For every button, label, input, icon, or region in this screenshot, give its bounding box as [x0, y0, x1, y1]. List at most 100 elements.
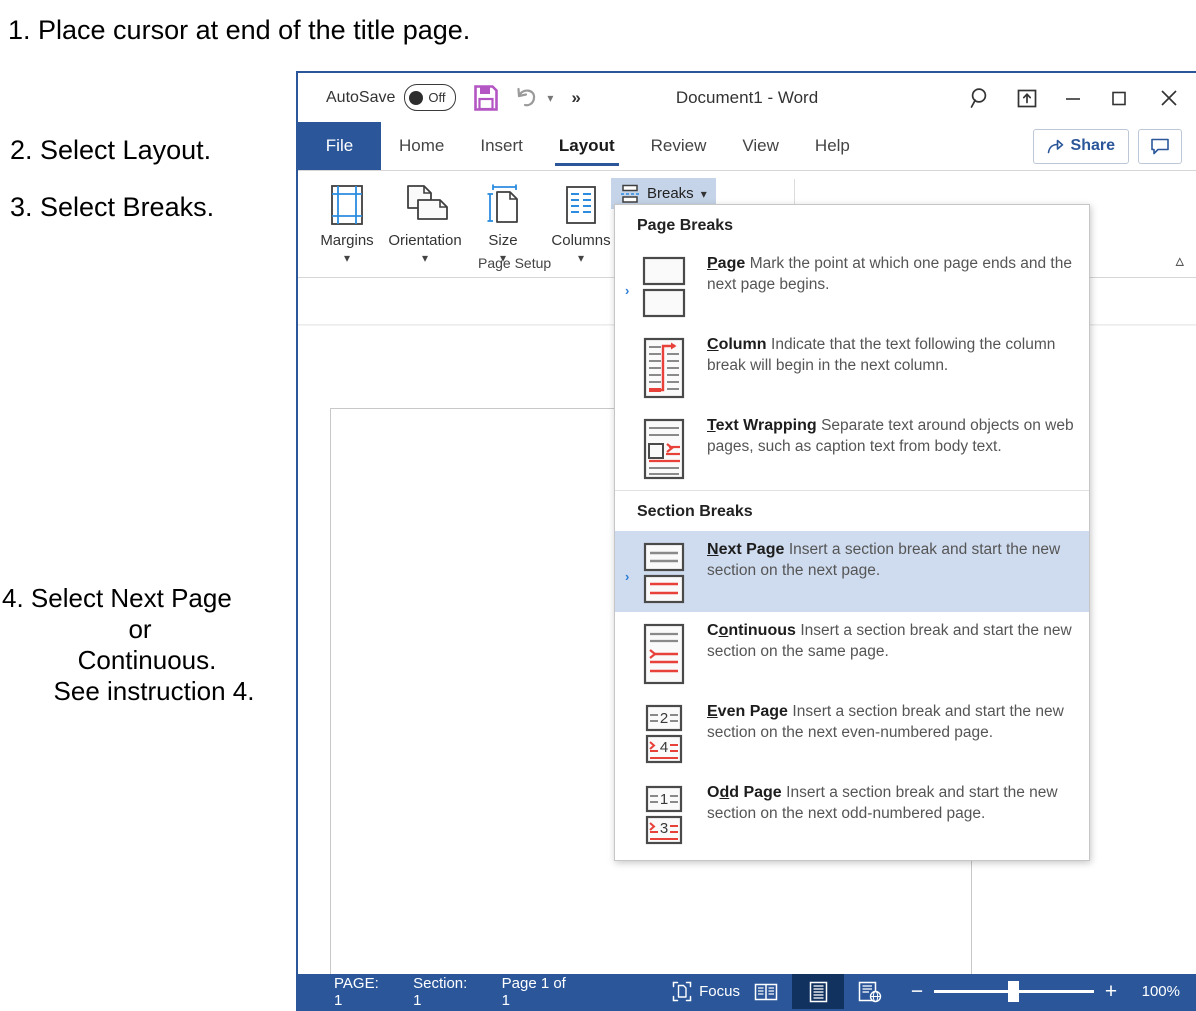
page-setup-group: Margins ▾ Orientation ▾ Size ▾ Columns ▾ [308, 171, 620, 264]
autosave-label: AutoSave [326, 88, 396, 106]
collapse-ribbon-icon[interactable]: ▵ [1175, 251, 1184, 271]
menu-item-odd-page[interactable]: 1 3 Odd Page Insert a section break and … [615, 774, 1089, 855]
close-icon[interactable] [1142, 75, 1196, 121]
menu-item-column[interactable]: Column Indicate that the text following … [615, 326, 1089, 407]
search-icon[interactable] [958, 75, 1004, 121]
status-page-of[interactable]: Page 1 of 1 [502, 975, 579, 1009]
menu-item-text: Text Wrapping Separate text around objec… [707, 415, 1075, 457]
ribbon-group-label-page-setup: Page Setup [478, 255, 552, 271]
tab-home[interactable]: Home [381, 122, 462, 170]
menu-item-title-next-page: Next Page [707, 541, 785, 558]
tab-view[interactable]: View [724, 122, 797, 170]
menu-item-text: Even Page Insert a section break and sta… [707, 701, 1075, 743]
focus-icon [672, 981, 692, 1002]
instruction-step-4-line-1: 4. Select Next Page [2, 583, 232, 613]
orientation-icon [402, 179, 448, 231]
autosave-control[interactable]: AutoSave Off [326, 84, 457, 111]
status-section-indicator[interactable]: Section: 1 [413, 975, 480, 1009]
save-icon[interactable] [474, 84, 499, 111]
ribbon-button-orientation[interactable]: Orientation ▾ [386, 177, 464, 264]
menu-item-marker-icon: › [625, 569, 630, 584]
comment-icon [1150, 137, 1170, 155]
continuous-break-icon [637, 620, 691, 685]
menu-item-even-page[interactable]: 2 4 Even Page Insert a section break and… [615, 693, 1089, 774]
window-controls [958, 75, 1196, 121]
menu-item-text: Continuous Insert a section break and st… [707, 620, 1075, 662]
menu-item-title-page: Page [707, 255, 746, 272]
ribbon-label-columns: Columns [551, 232, 611, 249]
undo-chevron-down-icon[interactable]: ▾ [547, 91, 553, 105]
share-icon [1047, 139, 1064, 154]
instruction-step-1: 1. Place cursor at end of the title page… [8, 15, 471, 45]
view-button-read-mode[interactable] [740, 974, 792, 1009]
instruction-step-4-line-4: See instruction 4. [53, 676, 255, 706]
title-bar: AutoSave Off ▾ » Document1 - Word [298, 73, 1196, 122]
status-bar: PAGE: 1 Section: 1 Page 1 of 1 Focus − +… [298, 974, 1196, 1009]
next-page-break-icon [637, 539, 691, 604]
menu-item-desc-page: Mark the point at which one page ends an… [707, 255, 1072, 293]
zoom-slider-thumb[interactable] [1008, 981, 1019, 1002]
text-wrapping-break-icon [637, 415, 691, 480]
columns-icon [560, 179, 602, 231]
zoom-in-button[interactable]: + [1104, 981, 1118, 1002]
more-commands-icon[interactable]: » [571, 88, 581, 108]
margins-icon [326, 179, 368, 231]
ribbon-display-options-icon[interactable] [1004, 75, 1050, 121]
breaks-label: Breaks [647, 185, 694, 202]
view-button-print-layout[interactable] [792, 974, 844, 1009]
zoom-slider-control[interactable]: − + [910, 981, 1118, 1002]
odd-page-break-icon: 1 3 [637, 782, 691, 847]
orientation-chevron-down-icon[interactable]: ▾ [422, 252, 428, 264]
zoom-slider-track[interactable] [934, 981, 1094, 1002]
menu-item-text-wrapping[interactable]: Text Wrapping Separate text around objec… [615, 407, 1089, 488]
menu-item-next-page[interactable]: › Next Page Insert a section break and s… [615, 531, 1089, 612]
breaks-chevron-down-icon[interactable]: ▾ [701, 187, 707, 201]
ribbon-tab-bar: File Home Insert Layout Review View Help… [298, 122, 1196, 171]
menu-item-page[interactable]: › Page Mark the point at which one page … [615, 245, 1089, 326]
tab-review[interactable]: Review [633, 122, 725, 170]
zoom-out-button[interactable]: − [910, 981, 924, 1002]
page-break-icon [637, 253, 691, 318]
instruction-step-4-line-2: or [128, 614, 152, 644]
tab-insert[interactable]: Insert [462, 122, 541, 170]
columns-chevron-down-icon[interactable]: ▾ [578, 252, 584, 264]
status-bar-left: PAGE: 1 Section: 1 Page 1 of 1 [298, 975, 578, 1009]
minimize-icon[interactable] [1050, 75, 1096, 121]
focus-label: Focus [699, 983, 740, 1000]
ribbon-label-orientation: Orientation [388, 232, 462, 249]
ribbon-label-margins: Margins [320, 232, 374, 249]
breaks-dropdown-menu: Page Breaks › Page Mark the point at whi… [614, 204, 1090, 861]
view-button-web-layout[interactable] [844, 974, 896, 1009]
maximize-icon[interactable] [1096, 75, 1142, 121]
menu-item-title-text-wrapping: Text Wrapping [707, 417, 817, 434]
menu-item-title-continuous: Continuous [707, 622, 796, 639]
menu-item-text: Next Page Insert a section break and sta… [707, 539, 1075, 581]
focus-button[interactable]: Focus [672, 981, 740, 1002]
tab-file[interactable]: File [298, 122, 381, 170]
ribbon-button-columns[interactable]: Columns ▾ [542, 177, 620, 264]
status-page-indicator[interactable]: PAGE: 1 [334, 975, 391, 1009]
even-page-break-icon: 2 4 [637, 701, 691, 766]
share-button[interactable]: Share [1032, 128, 1129, 164]
comments-button[interactable] [1138, 128, 1182, 164]
instruction-step-3: 3. Select Breaks. [10, 192, 215, 222]
margins-chevron-down-icon[interactable]: ▾ [344, 252, 350, 264]
instruction-step-4: 4. Select Next Page or Continuous. See i… [0, 583, 298, 707]
menu-header-page-breaks: Page Breaks [637, 217, 734, 234]
undo-icon[interactable] [515, 86, 541, 110]
tab-help[interactable]: Help [797, 122, 868, 170]
menu-item-marker-icon: › [625, 283, 630, 298]
svg-text:4: 4 [660, 739, 668, 756]
tab-layout[interactable]: Layout [541, 122, 633, 170]
ribbon-button-margins[interactable]: Margins ▾ [308, 177, 386, 264]
svg-text:1: 1 [660, 791, 668, 808]
ribbon-button-size[interactable]: Size ▾ [464, 177, 542, 264]
tab-bar-right-actions: Share [1032, 122, 1196, 170]
autosave-toggle[interactable]: Off [404, 84, 457, 111]
zoom-level-label[interactable]: 100% [1132, 983, 1180, 1000]
menu-item-title-column: Column [707, 336, 767, 353]
svg-text:2: 2 [660, 710, 668, 727]
status-bar-right: − + 100% [740, 974, 1196, 1009]
menu-item-text: Odd Page Insert a section break and star… [707, 782, 1075, 824]
menu-item-continuous[interactable]: Continuous Insert a section break and st… [615, 612, 1089, 693]
